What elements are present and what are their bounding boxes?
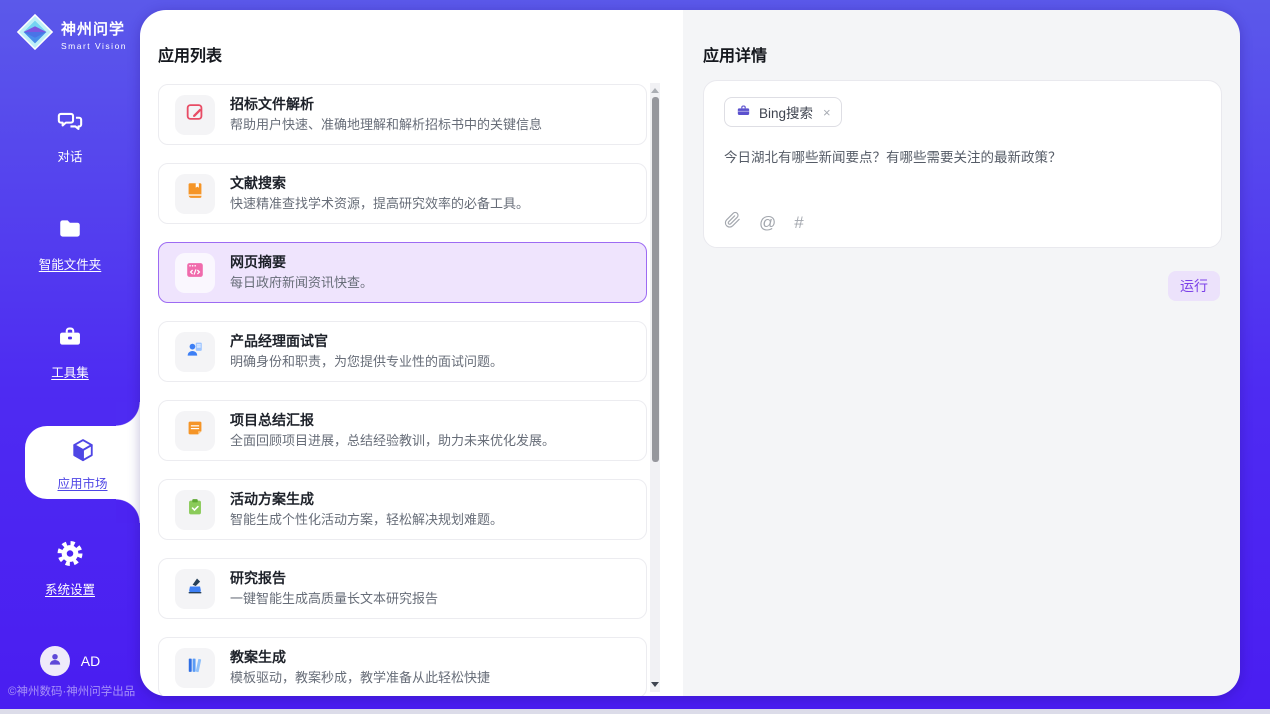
sidebar-item-label: 工具集 <box>0 362 140 381</box>
sidebar-item-toolbox[interactable]: 工具集 <box>0 324 140 381</box>
app-card-tender-parse[interactable]: 招标文件解析 帮助用户快速、准确地理解和解析招标书中的关键信息 <box>158 84 647 145</box>
main-window: 应用列表 招标文件解析 帮助用户快速、准确地理解和解析招标书中的关键信息 <box>140 10 1240 696</box>
app-list-panel: 应用列表 招标文件解析 帮助用户快速、准确地理解和解析招标书中的关键信息 <box>140 10 683 696</box>
sidebar-item-label: 系统设置 <box>0 579 140 598</box>
app-card-research-report[interactable]: 研究报告 一键智能生成高质量长文本研究报告 <box>158 558 647 619</box>
app-list: 招标文件解析 帮助用户快速、准确地理解和解析招标书中的关键信息 文献搜索 <box>158 84 647 696</box>
tool-chip-bing-search[interactable]: Bing搜索 × <box>724 97 842 127</box>
sidebar-item-app-market[interactable]: 应用市场 <box>25 426 140 499</box>
app-card-desc: 明确身份和职责，为您提供专业性的面试问题。 <box>230 354 503 370</box>
briefcase-icon <box>735 103 752 122</box>
browser-code-icon <box>184 259 206 286</box>
icon-tile <box>175 648 215 688</box>
app-card-title: 招标文件解析 <box>230 96 542 113</box>
user-account[interactable]: AD <box>0 646 140 676</box>
sidebar-item-chat[interactable]: 对话 <box>0 108 140 165</box>
close-icon[interactable]: × <box>823 105 831 120</box>
paperclip-icon[interactable] <box>724 211 741 234</box>
icon-tile <box>175 95 215 135</box>
app-card-title: 网页摘要 <box>230 254 373 271</box>
avatar <box>40 646 70 676</box>
icon-tile <box>175 253 215 293</box>
interviewer-icon <box>184 338 206 365</box>
sidebar-item-label: 应用市场 <box>25 473 140 492</box>
icon-tile <box>175 490 215 530</box>
icon-tile <box>175 569 215 609</box>
app-card-project-summary[interactable]: 项目总结汇报 全面回顾项目进展，总结经验教训，助力未来优化发展。 <box>158 400 647 461</box>
mention-icon[interactable]: @ <box>759 214 776 231</box>
diamond-logo-icon <box>16 13 54 56</box>
sidebar-item-smart-folder[interactable]: 智能文件夹 <box>0 216 140 273</box>
ink-pen-icon <box>184 575 206 602</box>
app-card-literature-search[interactable]: 文献搜索 快速精准查找学术资源，提高研究效率的必备工具。 <box>158 163 647 224</box>
app-card-desc: 帮助用户快速、准确地理解和解析招标书中的关键信息 <box>230 117 542 133</box>
app-card-title: 产品经理面试官 <box>230 333 503 350</box>
question-text[interactable]: 今日湖北有哪些新闻要点？有哪些需要关注的最新政策？ <box>724 149 1201 168</box>
hash-icon[interactable]: # <box>794 214 803 231</box>
toolbox-icon <box>56 337 84 354</box>
scroll-up-arrow-icon[interactable] <box>651 88 659 93</box>
brand-name: 神州问学 <box>61 18 127 39</box>
app-card-desc: 模板驱动，教案秒成，教学准备从此轻松快捷 <box>230 670 490 686</box>
prompt-card[interactable]: Bing搜索 × 今日湖北有哪些新闻要点？有哪些需要关注的最新政策？ @ # <box>703 80 1222 248</box>
app-card-pm-interviewer[interactable]: 产品经理面试官 明确身份和职责，为您提供专业性的面试问题。 <box>158 321 647 382</box>
icon-tile <box>175 332 215 372</box>
sidebar-footer: ©神州数码·神州问学出品 <box>8 683 135 699</box>
app-card-desc: 快速精准查找学术资源，提高研究效率的必备工具。 <box>230 196 529 212</box>
cube-icon <box>68 451 98 468</box>
books-icon <box>184 654 206 681</box>
user-name: AD <box>81 653 100 669</box>
chat-icon <box>56 121 84 138</box>
person-icon <box>45 649 65 674</box>
gear-icon <box>56 554 84 571</box>
active-bubble-fillet-top <box>116 402 140 426</box>
icon-tile <box>175 411 215 451</box>
sidebar: 神州问学 Smart Vision 对话 智能文件夹 工具集 <box>0 0 140 709</box>
tool-chip-label: Bing搜索 <box>759 102 813 122</box>
input-toolbar: @ # <box>724 211 804 234</box>
app-list-scrollbar[interactable] <box>650 83 660 692</box>
edit-square-icon <box>184 101 206 128</box>
icon-tile <box>175 174 215 214</box>
folder-icon <box>56 229 84 246</box>
clipboard-check-icon <box>184 496 206 523</box>
active-bubble-fillet-bottom <box>116 499 140 523</box>
app-list-title: 应用列表 <box>158 42 222 66</box>
scrollbar-thumb[interactable] <box>652 97 659 462</box>
app-card-desc: 每日政府新闻资讯快查。 <box>230 275 373 291</box>
sidebar-item-label: 智能文件夹 <box>0 254 140 273</box>
app-card-web-summary[interactable]: 网页摘要 每日政府新闻资讯快查。 <box>158 242 647 303</box>
app-card-title: 文献搜索 <box>230 175 529 192</box>
app-card-desc: 一键智能生成高质量长文本研究报告 <box>230 591 438 607</box>
app-card-event-plan[interactable]: 活动方案生成 智能生成个性化活动方案，轻松解决规划难题。 <box>158 479 647 540</box>
sidebar-item-label: 对话 <box>0 146 140 165</box>
app-card-title: 项目总结汇报 <box>230 412 555 429</box>
app-card-desc: 全面回顾项目进展，总结经验教训，助力未来优化发展。 <box>230 433 555 449</box>
brand-text: 神州问学 Smart Vision <box>61 18 127 51</box>
app-detail-title: 应用详情 <box>703 42 767 66</box>
brand-logo: 神州问学 Smart Vision <box>16 13 127 56</box>
app-detail-panel: 应用详情 Bing搜索 × 今日湖北有哪些新闻要点？有哪些需要关注的最新政策？ <box>683 10 1240 696</box>
run-button[interactable]: 运行 <box>1168 271 1220 301</box>
note-icon <box>184 417 206 444</box>
book-icon <box>184 180 206 207</box>
app-card-title: 研究报告 <box>230 570 438 587</box>
brand-subtitle: Smart Vision <box>61 41 127 51</box>
app-card-title: 活动方案生成 <box>230 491 503 508</box>
sidebar-item-settings[interactable]: 系统设置 <box>0 540 140 598</box>
app-card-lesson-plan[interactable]: 教案生成 模板驱动，教案秒成，教学准备从此轻松快捷 <box>158 637 647 696</box>
app-card-desc: 智能生成个性化活动方案，轻松解决规划难题。 <box>230 512 503 528</box>
app-card-title: 教案生成 <box>230 649 490 666</box>
scroll-down-arrow-icon[interactable] <box>651 682 659 687</box>
